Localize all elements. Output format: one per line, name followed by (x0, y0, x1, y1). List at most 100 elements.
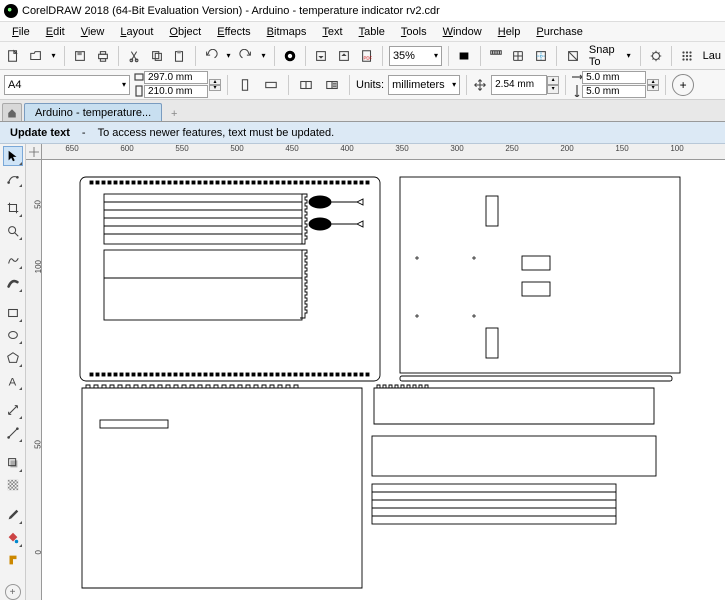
nudge-icon (473, 78, 487, 92)
menu-table[interactable]: Table (351, 24, 393, 40)
nudge-spinner[interactable]: ▴▾ (547, 76, 559, 94)
menu-edit[interactable]: Edit (38, 24, 73, 40)
treat-as-filled-button[interactable]: + (672, 74, 694, 96)
window-titlebar: CorelDRAW 2018 (64-Bit Evaluation Versio… (0, 0, 725, 22)
units-label: Units: (356, 79, 384, 91)
welcome-tab-button[interactable] (2, 103, 22, 121)
duplicate-y-input[interactable]: 5.0 mm (582, 85, 646, 98)
vertical-ruler[interactable]: 50 100 50 0 (26, 160, 42, 600)
save-button[interactable] (71, 45, 90, 67)
work-area: A + 650 600 550 500 450 400 350 300 250 … (0, 144, 725, 600)
launch-label: Lau (703, 50, 721, 62)
pick-tool[interactable] (3, 146, 23, 166)
menu-view[interactable]: View (73, 24, 113, 40)
redo-dropdown[interactable]: ▾ (259, 51, 267, 60)
duplicate-y-icon (572, 85, 582, 97)
new-button[interactable] (4, 45, 23, 67)
current-page-button[interactable] (321, 74, 343, 96)
search-content-button[interactable] (281, 45, 300, 67)
duplicate-x-input[interactable]: 5.0 mm (582, 71, 646, 84)
zoom-level-value: 35% (393, 50, 415, 62)
copy-button[interactable] (147, 45, 166, 67)
drawing-canvas[interactable] (42, 160, 725, 600)
cut-button[interactable] (125, 45, 144, 67)
paste-button[interactable] (170, 45, 189, 67)
eyedropper-tool[interactable] (3, 505, 23, 525)
redo-button[interactable] (237, 45, 256, 67)
shape-tool[interactable] (3, 169, 23, 189)
window-title: CorelDRAW 2018 (64-Bit Evaluation Versio… (22, 5, 440, 17)
zoom-level-dropdown[interactable]: 35% ▾ (389, 46, 442, 66)
snap-to-label: Snap To (589, 44, 624, 68)
app-icon (4, 4, 18, 18)
interactive-fill-tool[interactable] (3, 528, 23, 548)
landscape-button[interactable] (260, 74, 282, 96)
menu-object[interactable]: Object (161, 24, 209, 40)
snap-to-dropdown[interactable]: Snap To ▾ (586, 46, 634, 66)
page-width-input[interactable]: 297.0 mm (144, 71, 208, 84)
text-tool[interactable]: A (3, 371, 23, 391)
transparency-tool[interactable] (3, 476, 23, 496)
drop-shadow-tool[interactable] (3, 453, 23, 473)
nudge-distance-input[interactable]: 2.54 mm (491, 75, 547, 95)
menu-effects[interactable]: Effects (209, 24, 258, 40)
zoom-tool[interactable] (3, 221, 23, 241)
svg-text:PDF: PDF (363, 55, 372, 60)
menu-purchase[interactable]: Purchase (528, 24, 590, 40)
menu-help[interactable]: Help (490, 24, 529, 40)
undo-dropdown[interactable]: ▾ (224, 51, 232, 60)
portrait-button[interactable] (234, 74, 256, 96)
standard-toolbar: ▾ ▾ ▾ PDF 35% ▾ Snap To ▾ Lau (0, 42, 725, 70)
freehand-tool[interactable] (3, 251, 23, 271)
units-dropdown[interactable]: millimeters ▾ (388, 75, 460, 95)
menu-window[interactable]: Window (435, 24, 490, 40)
page-size-value: A4 (8, 79, 21, 91)
document-tab[interactable]: Arduino - temperature... (24, 103, 162, 121)
notification-sep: - (82, 127, 86, 139)
units-value: millimeters (392, 79, 445, 91)
ruler-origin-icon[interactable] (26, 144, 42, 160)
publish-pdf-button[interactable]: PDF (357, 45, 376, 67)
menu-bitmaps[interactable]: Bitmaps (259, 24, 315, 40)
svg-text:A: A (8, 376, 16, 388)
all-pages-button[interactable] (295, 74, 317, 96)
snap-off-button[interactable] (563, 45, 582, 67)
page-height-input[interactable]: 210.0 mm (144, 85, 208, 98)
show-rulers-button[interactable] (486, 45, 505, 67)
connector-tool[interactable] (3, 423, 23, 443)
app-launcher-button[interactable] (678, 45, 697, 67)
show-grid-button[interactable] (509, 45, 528, 67)
export-button[interactable] (335, 45, 354, 67)
import-button[interactable] (312, 45, 331, 67)
open-dropdown[interactable]: ▾ (49, 51, 57, 60)
crop-tool[interactable] (3, 198, 23, 218)
rectangle-tool[interactable] (3, 303, 23, 323)
page-dim-spinner[interactable]: ▴▾ (209, 79, 221, 91)
menu-layout[interactable]: Layout (112, 24, 161, 40)
menu-file[interactable]: File (4, 24, 38, 40)
menu-tools[interactable]: Tools (393, 24, 435, 40)
show-guidelines-button[interactable] (532, 45, 551, 67)
smart-fill-tool[interactable] (3, 551, 23, 571)
menu-bar: File Edit View Layout Object Effects Bit… (0, 22, 725, 42)
artistic-media-tool[interactable] (3, 273, 23, 293)
notification-title: Update text (10, 127, 70, 139)
add-tab-button[interactable]: + (166, 107, 182, 121)
duplicate-spinner[interactable]: ▴▾ (647, 79, 659, 91)
polygon-tool[interactable] (3, 348, 23, 368)
ellipse-tool[interactable] (3, 326, 23, 346)
toolbox: A + (0, 144, 26, 600)
print-button[interactable] (93, 45, 112, 67)
fullscreen-preview-button[interactable] (455, 45, 474, 67)
options-button[interactable] (646, 45, 665, 67)
quick-customize-button[interactable]: + (5, 584, 21, 600)
horizontal-ruler[interactable]: 650 600 550 500 450 400 350 300 250 200 … (42, 144, 725, 160)
dimension-tool[interactable] (3, 401, 23, 421)
open-button[interactable] (27, 45, 46, 67)
undo-button[interactable] (202, 45, 221, 67)
canvas-area: 650 600 550 500 450 400 350 300 250 200 … (26, 144, 725, 600)
menu-text[interactable]: Text (314, 24, 350, 40)
document-tab-label: Arduino - temperature... (35, 107, 151, 119)
notification-message: To access newer features, text must be u… (98, 127, 335, 139)
page-size-dropdown[interactable]: A4 ▾ (4, 75, 130, 95)
